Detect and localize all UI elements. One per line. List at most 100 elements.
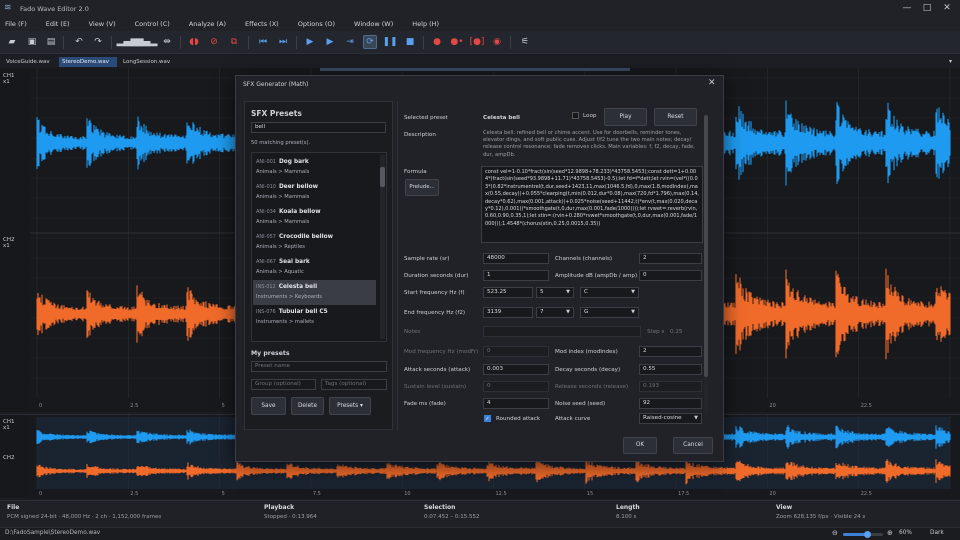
menu-edit[interactable]: Edit (E) <box>46 20 70 28</box>
record-marker-icon[interactable]: ◖◗ <box>187 35 201 49</box>
record-stop-icon[interactable]: ◉ <box>490 35 504 49</box>
end-note-select[interactable]: G ▼ <box>580 307 639 318</box>
ok-button[interactable]: OK <box>623 437 657 454</box>
record-selection-icon[interactable]: [●] <box>470 35 485 49</box>
theme-toggle[interactable]: Dark <box>930 530 944 536</box>
preset-name-input[interactable]: Preset name <box>251 361 387 372</box>
skip-start-icon[interactable]: ⏮ <box>256 35 270 49</box>
params-scrollbar[interactable] <box>704 115 708 415</box>
preset-list-item[interactable]: ANI-057 Crocodile bellow Animals > Reptile… <box>253 230 376 255</box>
menu-effects[interactable]: Effects (X) <box>245 20 279 28</box>
decay-input[interactable]: 0.55 <box>639 364 702 375</box>
spectrum-alt-icon[interactable]: ▆▄▂ <box>137 35 158 49</box>
sample-rate-input[interactable]: 48000 <box>483 253 549 264</box>
loop-icon[interactable]: ⟳ <box>363 35 377 49</box>
minimize-icon[interactable]: — <box>900 2 914 14</box>
undo-icon[interactable]: ↶ <box>72 35 86 49</box>
close-icon[interactable]: ✕ <box>940 2 954 14</box>
play-start-icon[interactable]: ▶ <box>303 35 317 49</box>
stop-icon[interactable]: ■ <box>403 35 417 49</box>
menu-view[interactable]: View (V) <box>89 20 116 28</box>
fade-input[interactable]: 4 <box>483 398 549 409</box>
preset-list-item[interactable]: INS-076 Tubular bell C5 Instruments > mall… <box>253 305 376 330</box>
record-icon[interactable]: ● <box>430 35 444 49</box>
rounded-attack-label: Rounded attack <box>496 416 541 422</box>
zoom-out-icon[interactable]: ⊖ <box>832 529 838 537</box>
redo-icon[interactable]: ↷ <box>91 35 105 49</box>
duration-input[interactable]: 1 <box>483 270 549 281</box>
start-octave-select[interactable]: 5 ▼ <box>536 287 574 298</box>
formula-editor[interactable]: const vel=1-0.10*fract(sin(seed*12.9898+… <box>481 166 703 243</box>
status-selection-value: 0:07.452 – 0:15.552 <box>424 514 480 520</box>
cancel-button[interactable]: Cancel <box>673 437 713 454</box>
delete-button[interactable]: Delete <box>291 397 324 415</box>
selection-range-bar[interactable] <box>320 68 630 71</box>
preset-list-item[interactable]: ANI-034 Koala bellow Animals > Mammals <box>253 205 376 230</box>
menu-analyze[interactable]: Analyze (A) <box>189 20 226 28</box>
menu-bar: File (F) Edit (E) View (V) Control (C) A… <box>0 17 960 31</box>
mute-icon[interactable]: ⊘ <box>207 35 221 49</box>
tab-list-icon[interactable]: ▾ <box>949 58 952 65</box>
attack-input[interactable]: 0.003 <box>483 364 549 375</box>
reset-button[interactable]: Reset <box>654 108 697 126</box>
play-button[interactable]: Play <box>604 108 647 126</box>
my-presets-heading: My presets <box>251 350 290 357</box>
presets-menu-button[interactable]: Presets ▾ <box>329 397 371 415</box>
preset-search-input[interactable]: bell <box>251 122 386 133</box>
tab-voiceguide[interactable]: VoiceGuide.wav <box>3 57 53 67</box>
normalize-icon[interactable]: ⇹ <box>160 35 174 49</box>
chevron-down-icon: ▼ <box>694 415 698 421</box>
tags-input[interactable]: Tags (optional) <box>321 379 387 390</box>
menu-file[interactable]: File (F) <box>5 20 27 28</box>
preset-category: Animals > Reptiles <box>256 244 305 250</box>
menu-window[interactable]: Window (W) <box>354 20 393 28</box>
save-button[interactable]: Save <box>251 397 286 415</box>
start-freq-input[interactable]: 523.25 <box>483 287 533 298</box>
preset-list-item[interactable]: INS-012 Celesta bell Instruments > Keyboar… <box>253 280 376 305</box>
amplitude-input[interactable]: 0 <box>639 270 702 281</box>
tab-stereodemo[interactable]: StereoDemo.wav <box>59 57 117 67</box>
record-alt-icon[interactable]: ●• <box>450 35 464 49</box>
menu-control[interactable]: Control (C) <box>135 20 170 28</box>
cut-icon[interactable]: ⧉ <box>227 35 241 49</box>
noise-seed-input[interactable]: 92 <box>639 398 702 409</box>
prelude-button[interactable]: Prelude... <box>405 179 439 196</box>
time-tick-label: 20 <box>769 491 775 497</box>
start-note-select[interactable]: C ▼ <box>580 287 639 298</box>
play-selection-icon[interactable]: ⇥ <box>343 35 357 49</box>
loop-checkbox[interactable] <box>572 112 579 119</box>
mod-index-input[interactable]: 2 <box>639 346 702 357</box>
preset-list-item[interactable]: ANI-067 Seal bark Animals > Aquatic <box>253 255 376 280</box>
zoom-slider[interactable] <box>843 531 883 538</box>
preset-list-item[interactable]: ANI-010 Deer bellow Animals > Mammals <box>253 180 376 205</box>
channels-input[interactable]: 2 <box>639 253 702 264</box>
pause-icon[interactable]: ❚❚ <box>382 35 397 49</box>
play-icon[interactable]: ▶ <box>323 35 337 49</box>
preset-category: Animals > Mammals <box>256 219 310 225</box>
open-folder-icon[interactable]: ▰ <box>5 35 19 49</box>
dialog-close-icon[interactable]: ✕ <box>708 78 716 88</box>
end-octave-select[interactable]: 7 ▼ <box>536 307 574 318</box>
attack-curve-label: Attack curve <box>555 416 591 422</box>
preset-category: Animals > Aquatic <box>256 269 304 275</box>
menu-options[interactable]: Options (O) <box>298 20 335 28</box>
status-view-value: Zoom 628,135 f/px · Visible 24 s <box>776 514 866 520</box>
mixer-icon[interactable]: ⚟ <box>518 35 532 49</box>
spectrum-icon[interactable]: ▂▄▆ <box>117 35 138 49</box>
attack-curve-select[interactable]: Raised-cosine ▼ <box>639 413 702 424</box>
menu-help[interactable]: Help (H) <box>412 20 439 28</box>
duration-label: Duration seconds (dur) <box>404 273 469 279</box>
save-icon[interactable]: ▣ <box>25 35 39 49</box>
preset-list-scrollbar[interactable] <box>380 155 385 339</box>
tab-longsession[interactable]: LongSession.wav <box>120 57 173 67</box>
save-as-icon[interactable]: ▤ <box>44 35 58 49</box>
preset-list[interactable]: ANI-001 Dog bark Animals > Mammals ANI-010 D… <box>251 152 387 342</box>
time-tick-label: 20 <box>769 403 775 409</box>
rounded-attack-checkbox[interactable]: ✓ <box>484 415 491 422</box>
preset-list-item[interactable]: ANI-001 Dog bark Animals > Mammals <box>253 155 376 180</box>
skip-end-icon[interactable]: ⏭ <box>276 35 290 49</box>
group-input[interactable]: Group (optional) <box>251 379 316 390</box>
maximize-icon[interactable]: □ <box>920 2 934 14</box>
end-freq-input[interactable]: 3139 <box>483 307 533 318</box>
zoom-in-icon[interactable]: ⊕ <box>887 529 893 537</box>
